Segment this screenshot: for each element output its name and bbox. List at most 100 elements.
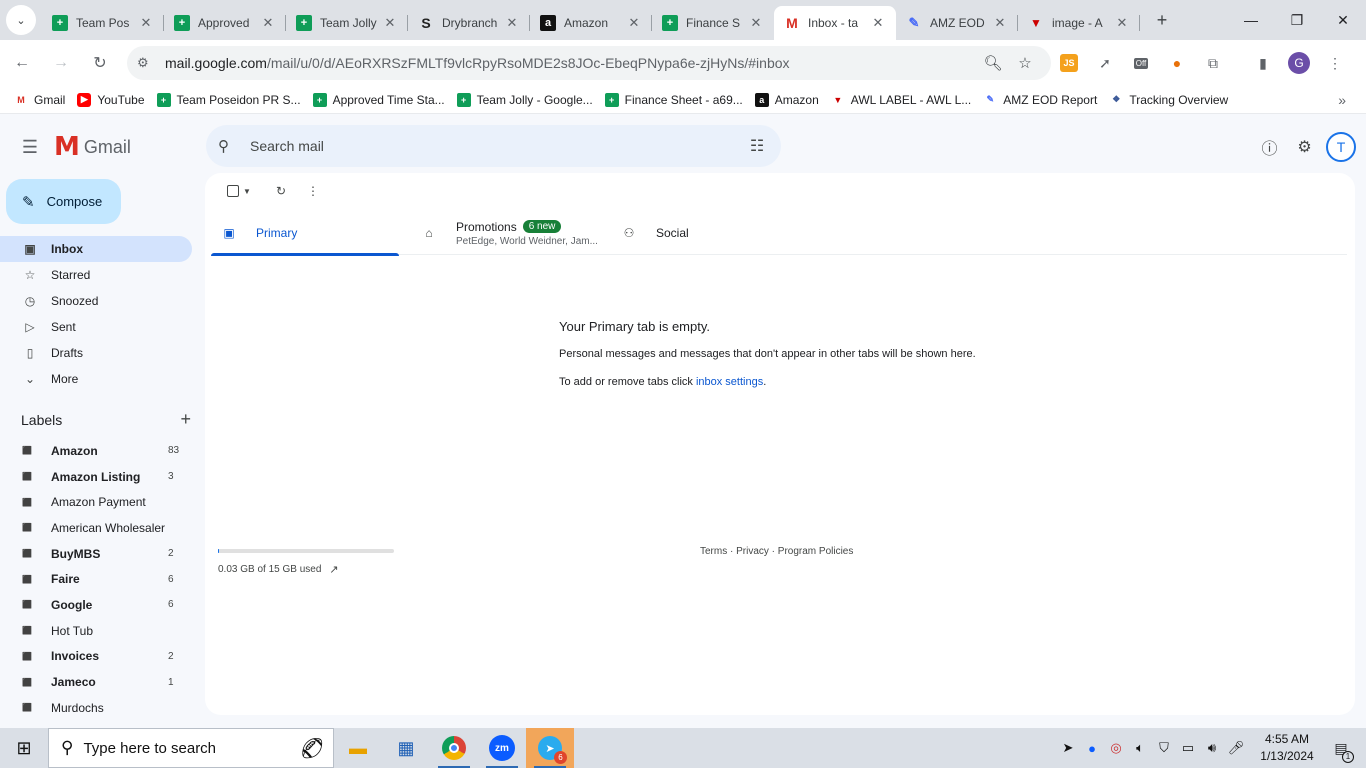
browser-tab[interactable]: a Amazon ✕	[530, 6, 652, 40]
footer-links[interactable]: Terms · Privacy · Program Policies	[700, 546, 853, 557]
security-shield-icon[interactable]: ⛉	[1152, 740, 1176, 756]
sidebar-item-drafts[interactable]: ▯ Drafts	[0, 340, 192, 366]
browser-tab[interactable]: + Finance S ✕	[652, 6, 774, 40]
close-icon[interactable]: ✕	[748, 15, 764, 31]
js-extension-icon[interactable]: JS	[1051, 46, 1087, 80]
new-tab-button[interactable]: +	[1148, 6, 1176, 34]
fox-extension-icon[interactable]: ●	[1159, 46, 1195, 80]
minimize-icon[interactable]: —	[1228, 0, 1274, 40]
tab-search-dropdown-button[interactable]: ⌄	[6, 5, 36, 35]
search-input[interactable]	[250, 138, 745, 154]
network-icon[interactable]: ▭	[1176, 740, 1200, 756]
profile-avatar[interactable]: G	[1281, 46, 1317, 80]
sync-tray-icon[interactable]: ◎	[1104, 740, 1128, 756]
inbox-settings-link[interactable]: inbox settings	[696, 376, 763, 388]
back-icon[interactable]: ←	[5, 46, 39, 80]
label-item[interactable]: ⬛ Murdochs	[0, 695, 192, 721]
close-icon[interactable]: ✕	[992, 15, 1008, 31]
volume-icon[interactable]: 🔈︎	[1128, 740, 1152, 756]
label-item[interactable]: ⬛ Faire 6	[0, 566, 192, 592]
bookmark-item[interactable]: + Finance Sheet - a69...	[599, 88, 749, 112]
search-icon[interactable]: ⚲	[218, 137, 240, 155]
sidebar-item-more[interactable]: ⌄ More	[0, 366, 192, 392]
bookmark-item[interactable]: + Team Poseidon PR S...	[151, 88, 307, 112]
more-actions-icon[interactable]: ⋮	[299, 181, 327, 201]
notification-icon[interactable]: ▤ 1	[1326, 740, 1356, 763]
bookmarks-overflow-icon[interactable]: »	[1338, 92, 1346, 108]
browser-tab[interactable]: ✎ AMZ EOD ✕	[896, 6, 1018, 40]
gmail-logo[interactable]: M Gmail	[54, 132, 131, 162]
bookmark-item[interactable]: ▶ YouTube	[71, 88, 150, 112]
sidebar-item-snoozed[interactable]: ◷ Snoozed	[0, 288, 192, 314]
label-item[interactable]: ⬛ Invoices 2	[0, 644, 192, 670]
open-external-icon[interactable]: ↗	[329, 563, 338, 576]
close-icon[interactable]: ✕	[504, 15, 520, 31]
label-item[interactable]: ⬛ BuyMBS 2	[0, 541, 192, 567]
telegram-taskbar-icon[interactable]: ➤ 6	[526, 728, 574, 768]
speaker-icon[interactable]: 🔊︎	[1200, 740, 1224, 756]
bookmark-item[interactable]: a Amazon	[749, 88, 825, 112]
file-explorer-icon[interactable]: ▬	[334, 728, 382, 768]
help-icon[interactable]: ⓘ	[1252, 129, 1287, 164]
account-avatar[interactable]: T	[1326, 131, 1356, 162]
close-icon[interactable]: ✕	[260, 15, 276, 31]
browser-tab[interactable]: + Team Pos ✕	[42, 6, 164, 40]
system-clock[interactable]: 4:55 AM 1/13/2024	[1248, 731, 1326, 765]
side-panel-icon[interactable]: ▮	[1245, 46, 1281, 80]
restore-icon[interactable]: ❐	[1274, 0, 1320, 40]
add-label-icon[interactable]: +	[180, 409, 191, 430]
settings-gear-icon[interactable]: ⚙	[1287, 129, 1322, 164]
sidebar-item-starred[interactable]: ☆ Starred	[0, 262, 192, 288]
taskbar-search[interactable]: ⚲ Type here to search 🏈︎	[48, 728, 334, 768]
tab-promotions[interactable]: ⌂ Promotions 6 new PetEdge, World Weidne…	[411, 211, 611, 255]
sidebar-item-sent[interactable]: ▷ Sent	[0, 314, 192, 340]
zoom-tray-icon[interactable]: ●	[1080, 741, 1104, 756]
telegram-tray-icon[interactable]: ➤	[1056, 740, 1080, 756]
label-item[interactable]: ⬛ Amazon Payment	[0, 489, 192, 515]
label-item[interactable]: ⬛ Hot Tub	[0, 618, 192, 644]
browser-menu-icon[interactable]: ⋮	[1317, 46, 1353, 80]
browser-tab[interactable]: + Approved ✕	[164, 6, 286, 40]
close-window-icon[interactable]: ✕	[1320, 0, 1366, 40]
refresh-icon[interactable]: ↻	[267, 181, 295, 201]
football-icon[interactable]: 🏈︎	[300, 736, 325, 761]
bookmark-item[interactable]: ▼ AWL LABEL - AWL L...	[825, 88, 978, 112]
close-icon[interactable]: ✕	[382, 15, 398, 31]
label-item[interactable]: ⬛ Amazon 83	[0, 438, 192, 464]
select-dropdown-icon[interactable]: ▼	[241, 181, 253, 201]
label-item[interactable]: ⬛ American Wholesaler	[0, 515, 192, 541]
zoom-taskbar-icon[interactable]: zm	[478, 728, 526, 768]
zoom-icon[interactable]: 🔍︎	[977, 54, 1009, 72]
bookmark-item[interactable]: + Team Jolly - Google...	[451, 88, 599, 112]
address-bar[interactable]: ⚙ mail.google.com/mail/u/0/d/AEoRXRSzFML…	[127, 46, 1051, 80]
reload-icon[interactable]: ↻	[83, 46, 117, 80]
browser-tab[interactable]: + Team Jolly ✕	[286, 6, 408, 40]
off-extension-icon[interactable]: Off	[1123, 46, 1159, 80]
site-info-icon[interactable]: ⚙	[137, 55, 155, 71]
bookmark-item[interactable]: + Approved Time Sta...	[307, 88, 451, 112]
sidebar-item-inbox[interactable]: ▣ Inbox	[0, 236, 192, 262]
browser-tab[interactable]: ▼ image - A ✕	[1018, 6, 1140, 40]
puzzle-extensions-icon[interactable]: ⧉	[1195, 46, 1231, 80]
chrome-taskbar-icon[interactable]	[430, 728, 478, 768]
label-item[interactable]: ⬛ Jameco 1	[0, 669, 192, 695]
close-icon[interactable]: ✕	[870, 15, 886, 31]
close-icon[interactable]: ✕	[626, 15, 642, 31]
bookmark-item[interactable]: ✎ AMZ EOD Report	[977, 88, 1103, 112]
browser-tab[interactable]: M Inbox - ta ✕	[774, 6, 896, 40]
url-text[interactable]: mail.google.com/mail/u/0/d/AEoRXRSzFMLTf…	[165, 55, 977, 71]
compose-button[interactable]: ✎ Compose	[6, 179, 121, 224]
forward-icon[interactable]: →	[44, 46, 78, 80]
microsoft-store-icon[interactable]: ▦	[382, 728, 430, 768]
tab-primary[interactable]: ▣ Primary	[211, 211, 399, 256]
windows-start-icon[interactable]: ⊞	[0, 728, 48, 768]
bookmark-item[interactable]: ❖ Tracking Overview	[1103, 88, 1234, 112]
main-menu-icon[interactable]: ☰	[6, 123, 54, 171]
label-item[interactable]: ⬛ Google 6	[0, 592, 192, 618]
cursor-extension-icon[interactable]: ➚	[1087, 46, 1123, 80]
close-icon[interactable]: ✕	[138, 15, 154, 31]
microphone-icon[interactable]: 🎤︎	[1224, 740, 1248, 756]
search-options-icon[interactable]: ☷	[745, 136, 769, 156]
bookmark-star-icon[interactable]: ☆	[1009, 54, 1041, 72]
label-item[interactable]: ⬛ Amazon Listing 3	[0, 464, 192, 490]
